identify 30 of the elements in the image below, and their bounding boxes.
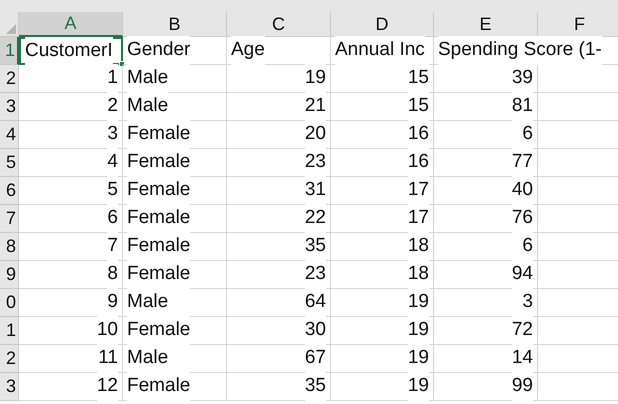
row-header[interactable]: 3 (0, 373, 19, 401)
cell-text: Spending Score (1- (438, 36, 602, 65)
cell-text: Female (127, 372, 190, 401)
column-header[interactable]: D (331, 12, 434, 37)
corner-triangle-icon (6, 24, 16, 34)
cell-text: 12 (96, 372, 118, 401)
column-header[interactable]: A (19, 12, 123, 37)
cell-text: Annual Inc (335, 36, 425, 65)
cell-text: Female (127, 316, 190, 345)
row-header[interactable]: 3 (0, 93, 19, 121)
cell-text: 94 (512, 260, 533, 289)
row-header[interactable]: 0 (0, 289, 19, 317)
column-header[interactable]: C (227, 12, 331, 37)
row-header[interactable]: 4 (0, 121, 19, 149)
cell-text: Gender (127, 36, 190, 65)
row-header[interactable]: 7 (0, 205, 19, 233)
column-header[interactable]: E (434, 12, 538, 37)
cell-text: 10 (96, 316, 118, 345)
row-header[interactable]: 5 (0, 149, 19, 177)
column-header[interactable]: B (123, 12, 227, 37)
cell-text: Age (231, 36, 265, 65)
row-header[interactable]: 2 (0, 345, 19, 373)
row-header[interactable]: 9 (0, 261, 19, 289)
row-header[interactable]: 1 (0, 37, 19, 65)
row-header[interactable]: 1 (0, 317, 19, 345)
cell-text: CustomerI (25, 36, 113, 66)
row-header[interactable]: 2 (0, 65, 19, 93)
row-header[interactable]: 6 (0, 177, 19, 205)
row-header[interactable]: 8 (0, 233, 19, 261)
column-header[interactable]: F (538, 12, 618, 37)
